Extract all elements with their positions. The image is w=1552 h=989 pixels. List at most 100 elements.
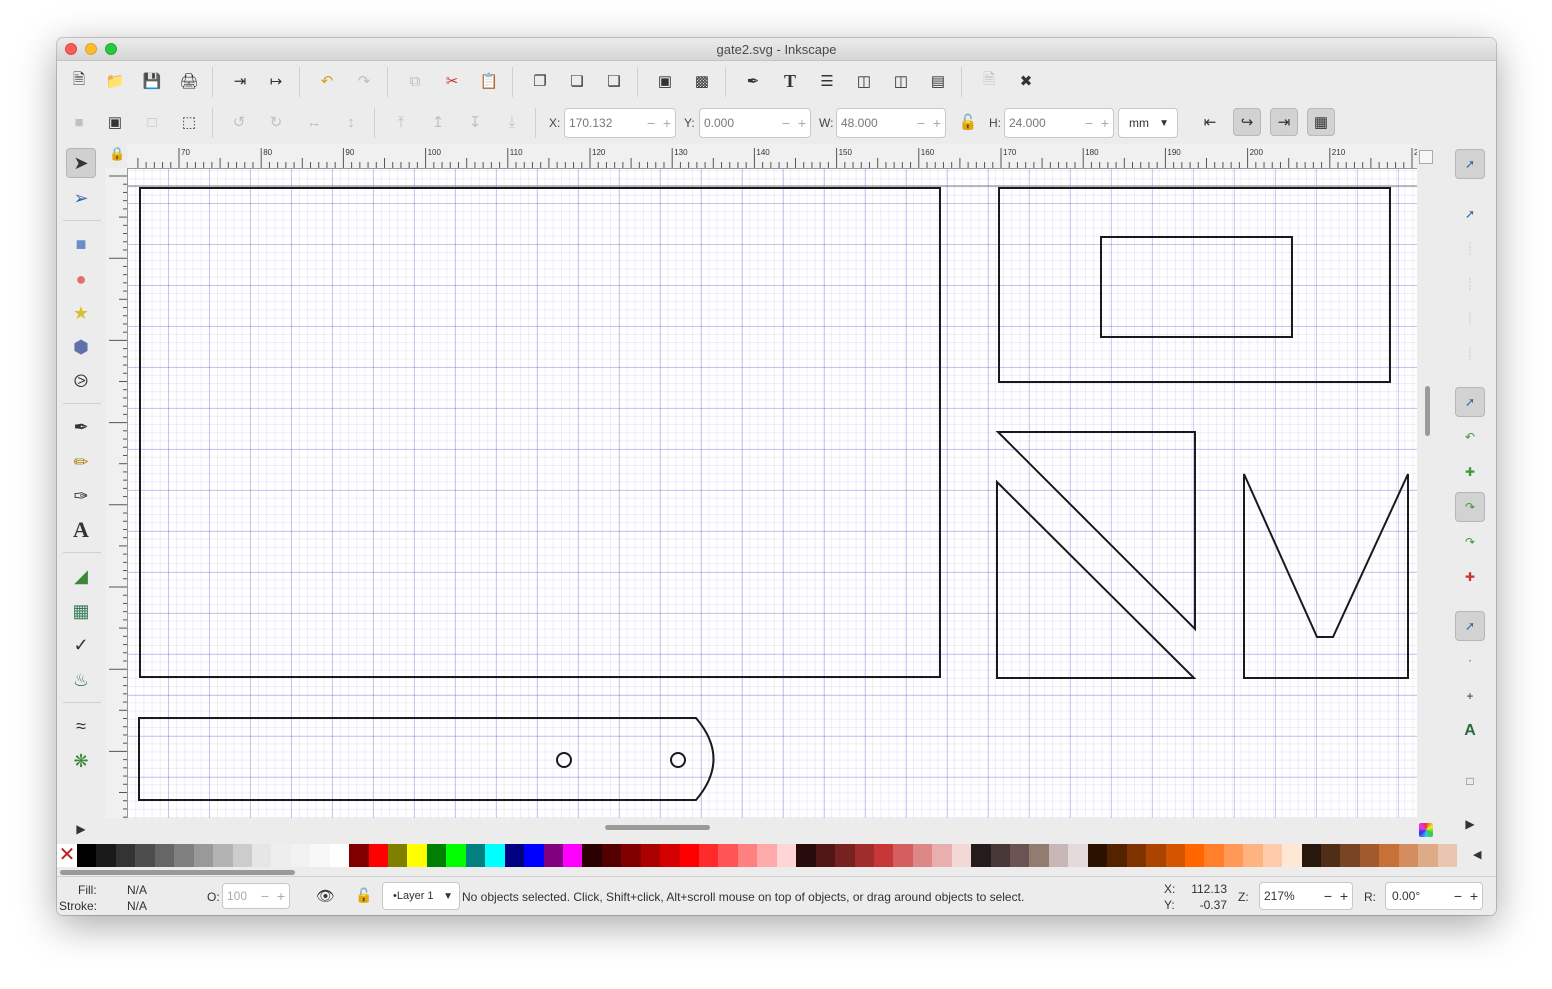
- zoom-in-icon[interactable]: +: [1336, 888, 1352, 904]
- lower-triangle[interactable]: [996, 479, 1197, 679]
- duplicate-icon[interactable]: ❐: [526, 67, 554, 95]
- fill-value[interactable]: N/A: [127, 883, 147, 897]
- deselect-icon[interactable]: ⬚: [175, 108, 203, 136]
- palette-swatch[interactable]: [1029, 844, 1049, 867]
- snap-path-icon[interactable]: ↶: [1455, 422, 1485, 452]
- dropper-tool-icon[interactable]: ✓: [66, 630, 96, 660]
- star-tool-icon[interactable]: ★: [66, 298, 96, 328]
- palette-swatch[interactable]: [893, 844, 913, 867]
- palette-swatch[interactable]: [1359, 844, 1380, 867]
- snap-nodes-icon[interactable]: ➚: [1455, 387, 1485, 417]
- ellipse-tool-icon[interactable]: ●: [66, 264, 96, 294]
- raise-icon[interactable]: ↥: [424, 108, 452, 136]
- save-icon[interactable]: 💾: [138, 67, 166, 95]
- palette-swatch[interactable]: [485, 844, 505, 867]
- horizontal-scrollbar[interactable]: [127, 820, 1419, 834]
- xml-editor-icon[interactable]: ◫: [850, 67, 878, 95]
- select-all-icon[interactable]: ■: [65, 108, 93, 136]
- print-icon[interactable]: 🖨: [175, 67, 203, 95]
- palette-swatch[interactable]: [271, 844, 291, 867]
- palette-swatch[interactable]: [77, 844, 97, 867]
- rotate-cw-icon[interactable]: ↻: [262, 108, 290, 136]
- snap-line-midpoint-icon[interactable]: ✚: [1455, 562, 1485, 592]
- flip-horizontal-icon[interactable]: ↔: [300, 108, 328, 136]
- drawing-canvas[interactable]: [128, 169, 1417, 818]
- layer-lock-icon[interactable]: 🔓: [355, 887, 372, 904]
- palette-swatch[interactable]: [1340, 844, 1360, 867]
- palette-swatch[interactable]: [329, 844, 350, 867]
- palette-swatch[interactable]: [232, 844, 252, 867]
- import-icon[interactable]: ⇥: [226, 67, 254, 95]
- snap-object-midpoint-icon[interactable]: ⋅: [1455, 646, 1485, 676]
- palette-swatch[interactable]: [213, 844, 233, 867]
- palette-swatch[interactable]: [135, 844, 155, 867]
- paste-icon[interactable]: 📋: [475, 67, 503, 95]
- snap-text-baseline-icon[interactable]: A: [1455, 716, 1485, 746]
- palette-swatch[interactable]: [951, 844, 972, 867]
- snap-rotation-center-icon[interactable]: +: [1455, 681, 1485, 711]
- snap-page-border-icon[interactable]: □: [1455, 766, 1485, 796]
- palette-swatch[interactable]: [1321, 844, 1341, 867]
- palette-swatch[interactable]: [407, 844, 427, 867]
- calligraphy-tool-icon[interactable]: ✑: [66, 481, 96, 511]
- snap-cusp-nodes-icon[interactable]: ↷: [1455, 492, 1485, 522]
- palette-swatch[interactable]: [504, 844, 525, 867]
- x-increment[interactable]: +: [659, 115, 675, 131]
- zoom-field[interactable]: 217% − +: [1259, 882, 1353, 910]
- palette-swatch[interactable]: [737, 844, 758, 867]
- x-decrement[interactable]: −: [643, 115, 659, 131]
- outer-rectangle[interactable]: [998, 187, 1391, 383]
- palette-swatch[interactable]: [1437, 844, 1458, 867]
- paint-bucket-tool-icon[interactable]: ♨: [66, 665, 96, 695]
- vertical-scroll-thumb[interactable]: [1425, 386, 1430, 436]
- palette-swatch[interactable]: [601, 844, 622, 867]
- zoom-corner-icon[interactable]: [1419, 150, 1433, 164]
- palette-swatch[interactable]: [524, 844, 544, 867]
- more-tools-icon[interactable]: ▶: [66, 814, 96, 844]
- unlink-clone-icon[interactable]: ❑: [600, 67, 628, 95]
- align-distribute-icon[interactable]: ▤: [924, 67, 952, 95]
- clone-icon[interactable]: ❏: [563, 67, 591, 95]
- palette-swatch[interactable]: [815, 844, 836, 867]
- vertical-scrollbar[interactable]: [1419, 168, 1435, 818]
- palette-swatch[interactable]: [1223, 844, 1244, 867]
- palette-swatch[interactable]: [776, 844, 797, 867]
- large-rectangle[interactable]: [139, 187, 941, 678]
- document-properties-icon[interactable]: ✖: [1012, 67, 1040, 95]
- palette-swatch[interactable]: [174, 844, 194, 867]
- palette-swatch[interactable]: [621, 844, 641, 867]
- palette-swatch[interactable]: [699, 844, 719, 867]
- snap-bbox-center-icon[interactable]: ┊: [1455, 339, 1485, 369]
- lock-proportions-icon[interactable]: 🔓: [954, 108, 982, 136]
- color-manage-icon[interactable]: [1419, 823, 1433, 837]
- tweak-tool-icon[interactable]: ≈: [66, 711, 96, 741]
- 3d-box-tool-icon[interactable]: ⬢: [66, 332, 96, 362]
- rectangle-tool-icon[interactable]: ■: [66, 229, 96, 259]
- palette-swatch[interactable]: [990, 844, 1010, 867]
- palette-swatch[interactable]: [1126, 844, 1147, 867]
- export-icon[interactable]: ↦: [262, 67, 290, 95]
- palette-swatch[interactable]: [757, 844, 777, 867]
- preferences-icon[interactable]: 🗎: [975, 67, 1003, 95]
- palette-swatch[interactable]: [1243, 844, 1263, 867]
- layer-select[interactable]: •Layer 1 ▼: [382, 882, 460, 910]
- snap-bbox-edge-icon[interactable]: ┊: [1455, 234, 1485, 264]
- palette-swatch[interactable]: [912, 844, 933, 867]
- height-decrement[interactable]: −: [1081, 115, 1097, 131]
- pencil-tool-icon[interactable]: ✏: [66, 447, 96, 477]
- palette-swatch[interactable]: [562, 844, 583, 867]
- open-icon[interactable]: 📁: [101, 67, 129, 95]
- palette-swatch[interactable]: [310, 844, 330, 867]
- zoom-out-icon[interactable]: −: [1320, 888, 1336, 904]
- y-field[interactable]: 0.000 − +: [699, 108, 811, 138]
- palette-swatch[interactable]: [1146, 844, 1166, 867]
- unit-select[interactable]: mm ▼: [1118, 108, 1178, 138]
- palette-swatch[interactable]: [349, 844, 369, 867]
- transform-gradients-icon[interactable]: ⇥: [1270, 108, 1298, 136]
- snap-smooth-nodes-icon[interactable]: ↷: [1455, 527, 1485, 557]
- more-snap-icon[interactable]: ▶: [1455, 809, 1485, 839]
- no-paint-swatch[interactable]: ✕: [57, 844, 77, 867]
- palette-swatch[interactable]: [660, 844, 680, 867]
- rotate-ccw-status-icon[interactable]: −: [1450, 888, 1466, 904]
- rotation-field[interactable]: 0.00° − +: [1385, 882, 1483, 910]
